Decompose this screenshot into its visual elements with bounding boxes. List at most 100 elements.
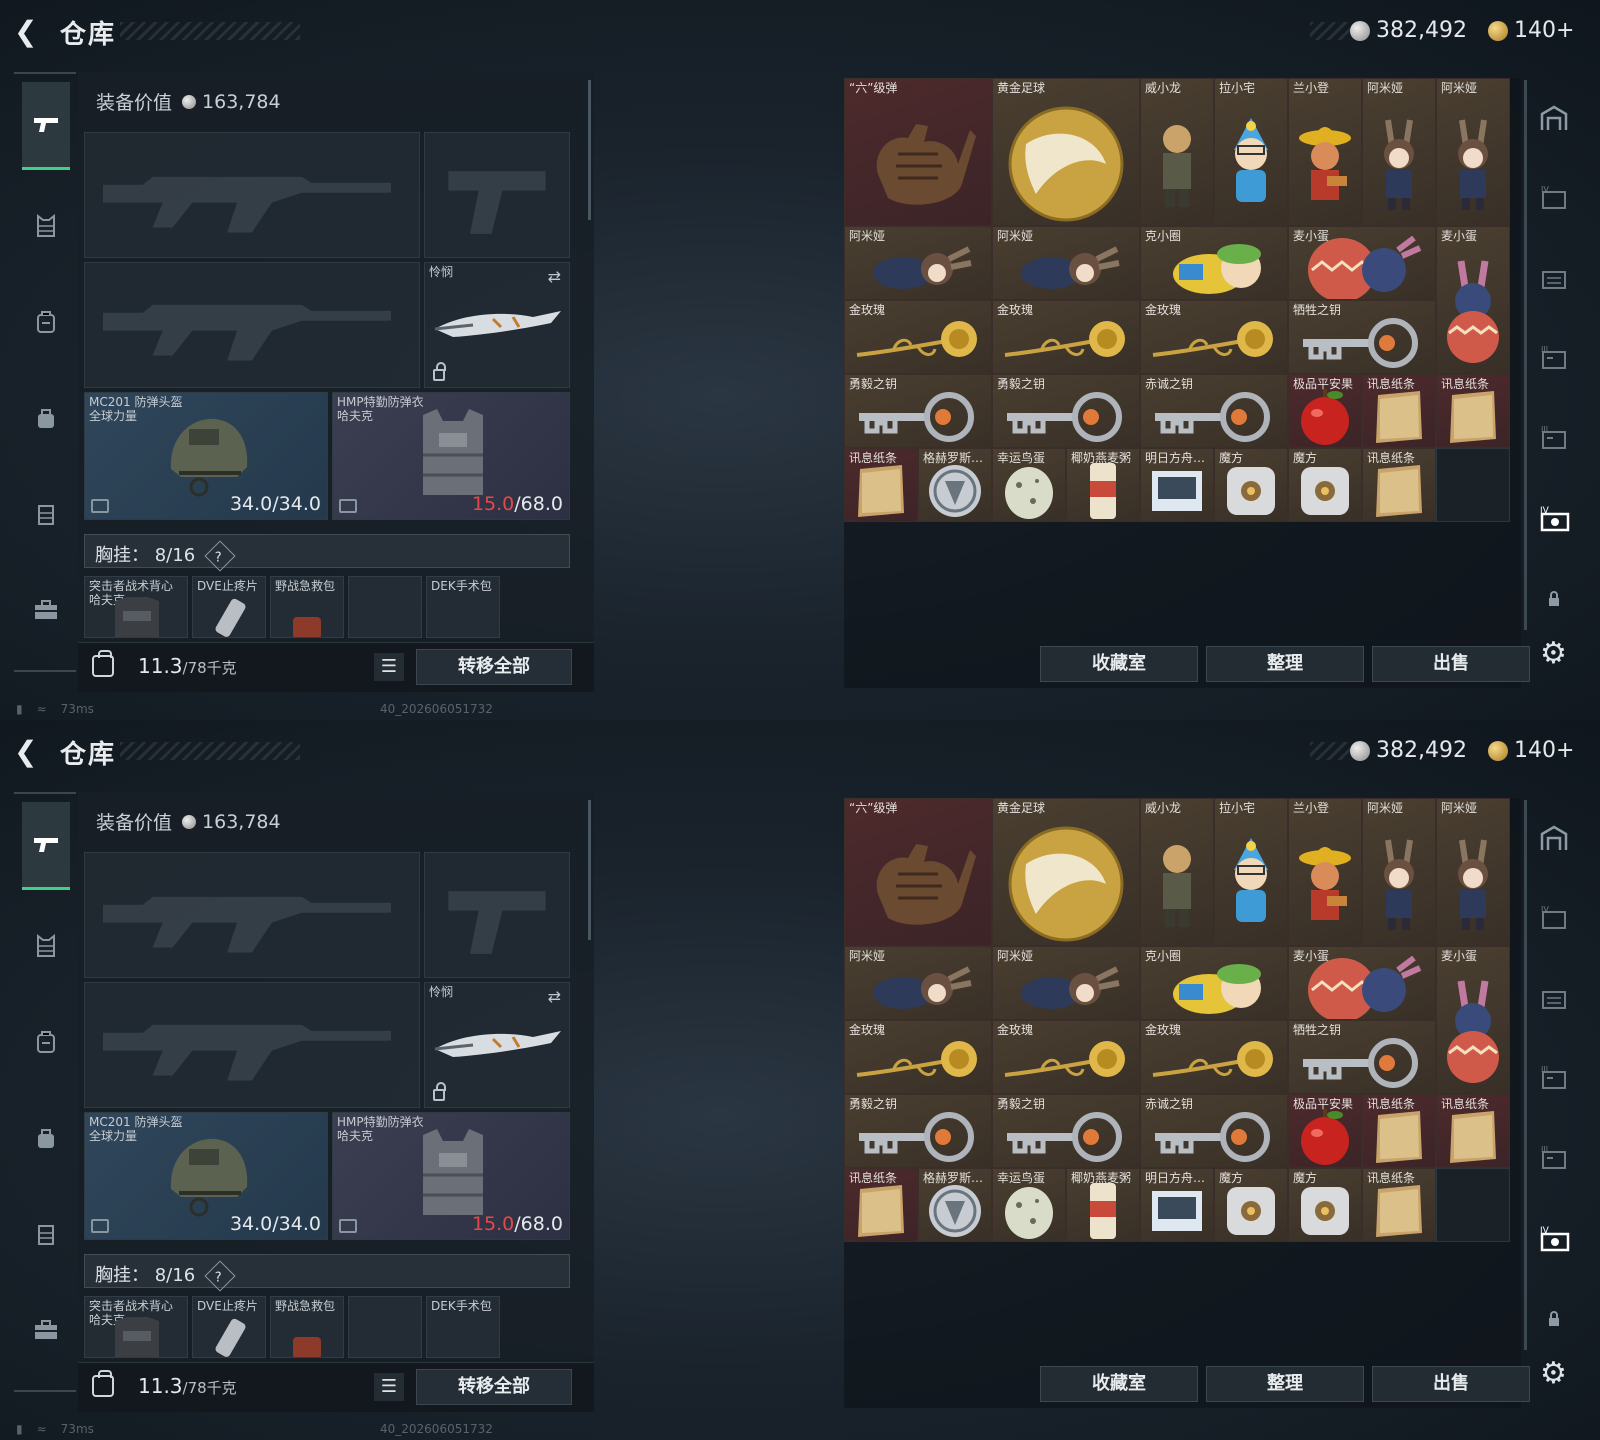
inventory-scrollbar[interactable] — [1524, 80, 1527, 630]
transfer-all-button[interactable]: 转移全部 — [416, 649, 572, 685]
help-icon[interactable]: ? — [204, 540, 236, 572]
armor-vest-slot[interactable]: HMP特勤防弹衣 哈夫克 15.0/68.0 — [332, 392, 570, 520]
help-icon[interactable]: ? — [204, 1260, 236, 1292]
inventory-item[interactable]: 金玫瑰 — [844, 1020, 992, 1094]
inventory-item[interactable]: 格赫罗斯… — [918, 1168, 992, 1242]
inventory-item[interactable]: 黄金足球 — [992, 798, 1140, 946]
settings-gear-icon[interactable]: ⚙ — [1540, 636, 1567, 671]
sidebar-pouch-icon[interactable] — [22, 394, 70, 442]
secondary-weapon-slot[interactable] — [84, 262, 420, 388]
sell-button[interactable]: 出售 — [1372, 646, 1530, 682]
back-arrow-icon[interactable]: ❮ — [14, 16, 44, 48]
sidebar-case-icon[interactable] — [22, 1210, 70, 1258]
inventory-item[interactable]: 牺牲之钥 — [1288, 300, 1436, 374]
inventory-item[interactable]: 阿米娅 — [1436, 78, 1510, 226]
swap-icon[interactable]: ⇄ — [548, 987, 561, 1006]
storage-tab-all-icon[interactable] — [1538, 104, 1570, 136]
storage-tab-1-icon[interactable]: IV — [1538, 904, 1570, 936]
sidebar-case-icon[interactable] — [22, 490, 70, 538]
inventory-item[interactable]: 拉小宅 — [1214, 78, 1288, 226]
transfer-all-button[interactable]: 转移全部 — [416, 1369, 572, 1405]
inventory-item[interactable]: 阿米娅 — [992, 226, 1140, 300]
settings-gear-icon[interactable]: ⚙ — [1540, 1356, 1567, 1391]
sort-button[interactable]: 整理 — [1206, 646, 1364, 682]
sidebar-weapon-icon[interactable] — [22, 802, 70, 890]
inventory-item[interactable]: 魔方 — [1214, 1168, 1288, 1242]
inventory-item[interactable]: 威小龙 — [1140, 78, 1214, 226]
sidebar-weapon-icon[interactable] — [22, 82, 70, 170]
equipment-scrollbar[interactable] — [588, 800, 591, 940]
melee-slot[interactable]: 怜悯 ⇄ — [424, 982, 570, 1108]
inventory-item[interactable]: 麦小蛋 — [1436, 946, 1510, 1094]
primary-weapon-slot[interactable] — [84, 132, 420, 258]
rig-item[interactable]: 野战急救包 — [270, 576, 344, 638]
inventory-item[interactable]: 金玫瑰 — [844, 300, 992, 374]
inventory-item[interactable]: 阿米娅 — [1362, 78, 1436, 226]
rig-item[interactable]: DVE止疼片 — [192, 576, 266, 638]
inventory-item[interactable]: 阿米娅 — [844, 946, 992, 1020]
chest-rig-bar[interactable]: 胸挂： 8/16 ? — [84, 1254, 570, 1292]
rig-item[interactable]: 突击者战术背心 哈夫克 — [84, 1296, 188, 1358]
inventory-item[interactable]: 金玫瑰 — [992, 300, 1140, 374]
gold-currency[interactable]: 140+ — [1488, 738, 1574, 763]
collection-room-button[interactable]: 收藏室 — [1040, 646, 1198, 682]
inventory-item[interactable]: 赤诚之钥 — [1140, 1094, 1288, 1168]
inventory-item[interactable]: 明日方舟… — [1140, 448, 1214, 522]
inventory-item[interactable]: 勇毅之钥 — [844, 1094, 992, 1168]
inventory-item[interactable]: 魔方 — [1288, 448, 1362, 522]
inventory-item[interactable]: 格赫罗斯… — [918, 448, 992, 522]
inventory-item[interactable]: 克小圈 — [1140, 946, 1288, 1020]
inventory-scrollbar[interactable] — [1524, 800, 1527, 1350]
list-view-icon[interactable]: ☰ — [374, 1373, 404, 1401]
sidebar-toolbox-icon[interactable] — [22, 586, 70, 634]
inventory-item[interactable]: 麦小蛋 — [1288, 946, 1436, 1020]
inventory-item[interactable]: 幸运鸟蛋 — [992, 1168, 1066, 1242]
inventory-item[interactable]: 极品平安果 — [1288, 1094, 1362, 1168]
storage-tab-4-icon[interactable]: III — [1538, 1144, 1570, 1176]
rig-item[interactable] — [348, 576, 422, 638]
inventory-item[interactable]: 讯息纸条 — [1436, 1094, 1510, 1168]
rig-item[interactable]: 突击者战术背心 哈夫克 — [84, 576, 188, 638]
inventory-item[interactable]: 讯息纸条 — [1362, 374, 1436, 448]
storage-tab-all-icon[interactable] — [1538, 824, 1570, 856]
pistol-slot[interactable] — [424, 852, 570, 978]
inventory-item[interactable]: 讯息纸条 — [1362, 1168, 1436, 1242]
inventory-item[interactable]: 金玫瑰 — [992, 1020, 1140, 1094]
inventory-item[interactable]: 阿米娅 — [844, 226, 992, 300]
inventory-item[interactable]: 威小龙 — [1140, 798, 1214, 946]
sell-button[interactable]: 出售 — [1372, 1366, 1530, 1402]
sidebar-vest-icon[interactable] — [22, 202, 70, 250]
helmet-slot[interactable]: MC201 防弹头盔 全球力量 34.0/34.0 — [84, 1112, 328, 1240]
empty-inventory-slot[interactable] — [1436, 1168, 1510, 1242]
inventory-item[interactable]: 讯息纸条 — [1436, 374, 1510, 448]
inventory-item[interactable]: “六”级弹 — [844, 78, 992, 226]
inventory-item[interactable]: 讯息纸条 — [1362, 1094, 1436, 1168]
swap-icon[interactable]: ⇄ — [548, 267, 561, 286]
inventory-item[interactable]: 幸运鸟蛋 — [992, 448, 1066, 522]
list-view-icon[interactable]: ☰ — [374, 653, 404, 681]
rig-item[interactable]: DEK手术包 — [426, 576, 500, 638]
sidebar-backpack-icon[interactable] — [22, 298, 70, 346]
inventory-item[interactable]: 讯息纸条 — [844, 448, 918, 522]
storage-tab-3-icon[interactable]: III — [1538, 344, 1570, 376]
pistol-slot[interactable] — [424, 132, 570, 258]
inventory-item[interactable]: 兰小登 — [1288, 798, 1362, 946]
storage-tab-1-icon[interactable]: IV — [1538, 184, 1570, 216]
sidebar-toolbox-icon[interactable] — [22, 1306, 70, 1354]
inventory-item[interactable]: 魔方 — [1288, 1168, 1362, 1242]
inventory-item[interactable]: 明日方舟… — [1140, 1168, 1214, 1242]
empty-inventory-slot[interactable] — [1436, 448, 1510, 522]
back-arrow-icon[interactable]: ❮ — [14, 736, 44, 768]
inventory-item[interactable]: 克小圈 — [1140, 226, 1288, 300]
inventory-item[interactable]: 黄金足球 — [992, 78, 1140, 226]
inventory-item[interactable]: 拉小宅 — [1214, 798, 1288, 946]
collection-room-button[interactable]: 收藏室 — [1040, 1366, 1198, 1402]
storage-tab-5-icon[interactable]: IV — [1538, 1224, 1570, 1256]
storage-tab-5-icon[interactable]: IV — [1538, 504, 1570, 536]
helmet-slot[interactable]: MC201 防弹头盔 全球力量 34.0/34.0 — [84, 392, 328, 520]
storage-tab-2-icon[interactable] — [1538, 264, 1570, 296]
inventory-item[interactable]: 勇毅之钥 — [844, 374, 992, 448]
sidebar-backpack-icon[interactable] — [22, 1018, 70, 1066]
inventory-item[interactable]: 金玫瑰 — [1140, 1020, 1288, 1094]
inventory-item[interactable]: 椰奶燕麦粥 — [1066, 448, 1140, 522]
